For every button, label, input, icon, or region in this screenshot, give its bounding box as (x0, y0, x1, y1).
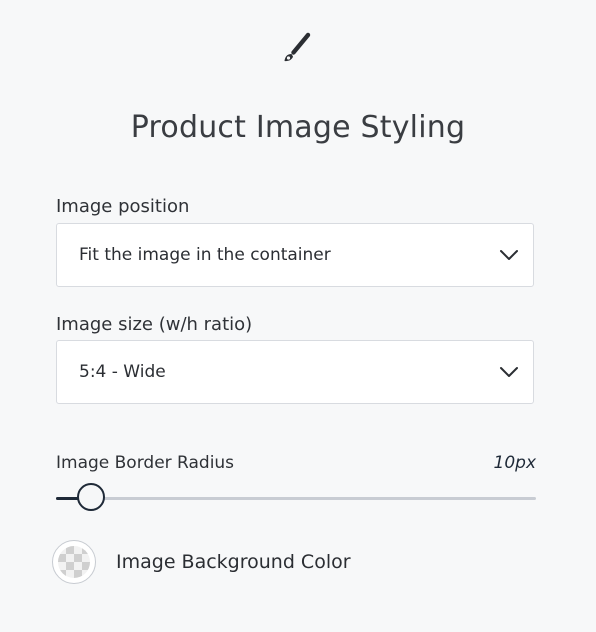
background-color-label: Image Background Color (116, 551, 351, 573)
image-size-value: 5:4 - Wide (79, 362, 166, 382)
image-position-select[interactable]: Fit the image in the container (56, 223, 534, 287)
border-radius-value: 10px (493, 453, 536, 473)
border-radius-slider[interactable] (56, 483, 536, 511)
slider-thumb[interactable] (77, 483, 106, 511)
color-swatch[interactable] (52, 540, 96, 584)
image-size-select[interactable]: 5:4 - Wide (56, 340, 534, 404)
image-size-label: Image size (w/h ratio) (56, 314, 253, 335)
transparent-checker-icon (58, 546, 90, 578)
chevron-down-icon (500, 250, 518, 260)
background-color-picker[interactable]: Image Background Color (52, 540, 351, 584)
border-radius-label: Image Border Radius (56, 453, 235, 473)
image-position-value: Fit the image in the container (79, 245, 331, 265)
image-position-label: Image position (56, 196, 190, 217)
page-title: Product Image Styling (130, 110, 466, 145)
paintbrush-icon (284, 32, 311, 62)
chevron-down-icon (500, 367, 518, 377)
